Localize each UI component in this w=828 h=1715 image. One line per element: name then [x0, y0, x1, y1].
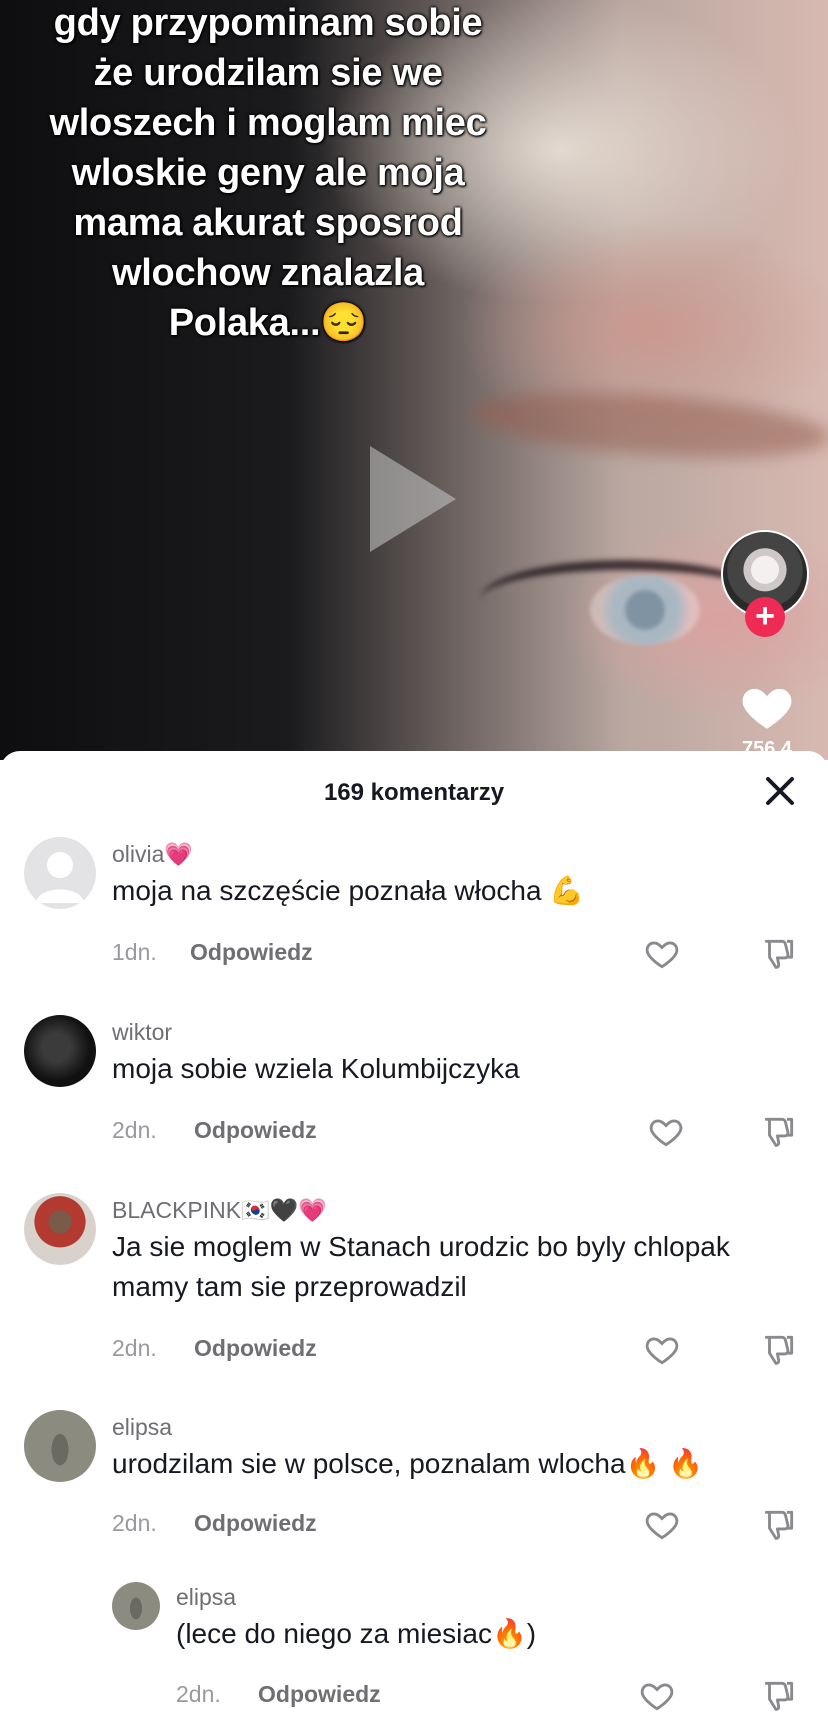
reply-button[interactable]: Odpowiedz: [194, 1335, 317, 1362]
dislike-icon[interactable]: [760, 1506, 798, 1544]
heart-outline-icon[interactable]: [643, 935, 681, 973]
avatar[interactable]: [112, 1582, 160, 1630]
comment-text: (lece do niego za miesiac🔥): [176, 1618, 537, 1649]
comment-text: moja na szczęście poznała włocha 💪: [112, 875, 585, 906]
comment-text: Ja sie moglem w Stanach urodzic bo byly …: [112, 1231, 730, 1302]
close-icon[interactable]: [762, 773, 798, 809]
avatar[interactable]: [24, 1193, 96, 1265]
dislike-icon[interactable]: [760, 1113, 798, 1151]
caption-line: wlochow znalazla: [112, 252, 424, 294]
comment-text: moja sobie wziela Kolumbijczyka: [112, 1053, 520, 1084]
play-icon[interactable]: [370, 446, 456, 552]
caption-line: że urodzilam sie we: [93, 52, 443, 94]
comment-time: 1dn.: [112, 939, 157, 965]
reply-button[interactable]: Odpowiedz: [194, 1510, 317, 1537]
avatar[interactable]: [24, 837, 96, 909]
dislike-icon[interactable]: [760, 1677, 798, 1715]
dislike-icon[interactable]: [760, 1331, 798, 1369]
comments-sheet: 169 komentarzy olivia💗 moja na szczęście…: [0, 751, 828, 1715]
caption-line: wloszech i moglam miec: [49, 102, 487, 144]
video-frame-detail: [590, 575, 700, 645]
comment-username[interactable]: olivia💗: [112, 841, 193, 868]
comment-username[interactable]: elipsa: [176, 1584, 236, 1611]
comment-username[interactable]: BLACKPINK🇰🇷🖤💗: [112, 1197, 327, 1224]
avatar[interactable]: [24, 1015, 96, 1087]
reply-button[interactable]: Odpowiedz: [190, 939, 313, 966]
reply-button[interactable]: Odpowiedz: [258, 1681, 381, 1708]
dislike-icon[interactable]: [760, 935, 798, 973]
comment-time: 2dn.: [112, 1510, 157, 1536]
caption-line: Polaka...😔: [168, 302, 368, 344]
caption-line: wloskie geny ale moja: [71, 152, 465, 194]
heart-outline-icon[interactable]: [647, 1113, 685, 1151]
comment-time: 2dn.: [112, 1335, 157, 1361]
video-caption-overlay: gdy przypominam sobie że urodzilam sie w…: [0, 0, 536, 348]
comment-time: 2dn.: [112, 1117, 157, 1143]
comments-count-title: 169 komentarzy: [323, 779, 505, 806]
default-avatar-icon: [36, 852, 84, 903]
heart-icon[interactable]: [738, 678, 796, 736]
comment-username[interactable]: wiktor: [112, 1019, 172, 1046]
reply-button[interactable]: Odpowiedz: [194, 1117, 317, 1144]
heart-outline-icon[interactable]: [643, 1331, 681, 1369]
avatar[interactable]: [24, 1410, 96, 1482]
heart-outline-icon[interactable]: [643, 1506, 681, 1544]
comment-text: urodzilam sie w polsce, poznalam wlocha🔥…: [112, 1448, 704, 1479]
heart-outline-icon[interactable]: [638, 1677, 676, 1715]
comment-username[interactable]: elipsa: [112, 1414, 172, 1441]
video-frame-detail: [468, 382, 828, 468]
comment-time: 2dn.: [176, 1681, 221, 1707]
follow-plus-icon[interactable]: +: [745, 597, 785, 637]
caption-line: gdy przypominam sobie: [53, 2, 483, 44]
video-player[interactable]: gdy przypominam sobie że urodzilam sie w…: [0, 0, 828, 760]
caption-line: mama akurat sposrod: [73, 202, 463, 244]
